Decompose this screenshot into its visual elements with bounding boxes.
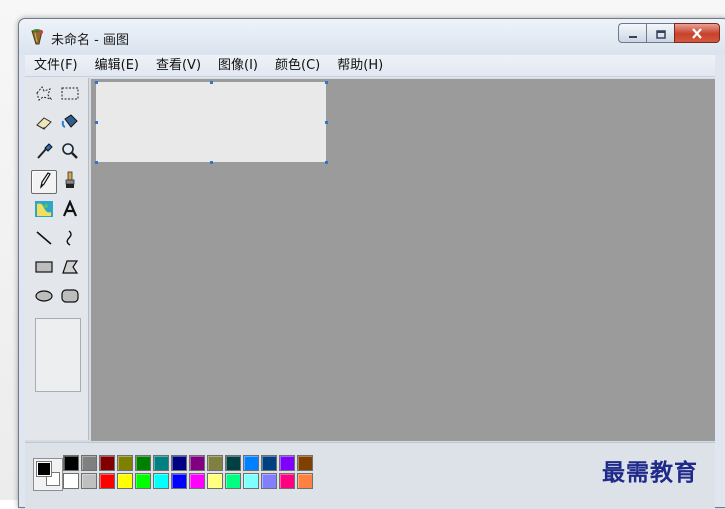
tool-options-box[interactable] [35,318,81,392]
curve-icon [60,229,80,251]
brush-tool[interactable] [57,170,83,194]
color-swatch[interactable] [297,455,313,471]
color-swatch[interactable] [207,455,223,471]
color-swatch[interactable] [117,473,133,489]
menu-colors[interactable]: 颜色(C) [266,55,328,77]
maximize-icon [655,24,666,43]
color-swatch[interactable] [243,455,259,471]
desktop-background: 未命名 - 画图 文件(F) 编辑(E) 查看(V) 图像(I) 颜色(C) 帮… [0,0,725,509]
color-swatch[interactable] [225,473,241,489]
title-bar[interactable]: 未命名 - 画图 [19,19,725,55]
close-icon [691,24,703,43]
rectangle-icon [34,258,54,280]
color-swatch[interactable] [189,473,205,489]
menu-image[interactable]: 图像(I) [209,55,266,77]
client-area [25,78,715,509]
color-swatch[interactable] [261,455,277,471]
color-swatch[interactable] [99,455,115,471]
color-swatch[interactable] [279,473,295,489]
color-swatch[interactable] [261,473,277,489]
brush-icon [60,171,80,193]
color-swatches [63,455,323,491]
canvas-workspace[interactable] [91,79,715,441]
color-swatch[interactable] [279,455,295,471]
magnifier-icon [60,142,80,164]
color-swatch[interactable] [153,473,169,489]
window-title: 未命名 - 画图 [51,33,129,48]
text-tool[interactable] [57,199,83,223]
rounded-rect-tool[interactable] [57,286,83,310]
menu-edit[interactable]: 编辑(E) [86,55,147,77]
maximize-button[interactable] [646,23,674,43]
minimize-icon [628,24,638,43]
line-icon [34,229,54,251]
color-swatch[interactable] [243,473,259,489]
resize-handle[interactable] [210,81,213,84]
curve-tool[interactable] [57,228,83,252]
line-tool[interactable] [31,228,57,252]
eyedropper-tool[interactable] [31,141,57,165]
resize-handle[interactable] [325,121,328,124]
minimize-button[interactable] [618,23,646,43]
eraser-icon [34,113,54,135]
fill-bucket-icon [60,113,80,135]
resize-handle[interactable] [95,161,98,164]
toolbox [25,78,89,440]
resize-handle[interactable] [325,81,328,84]
color-swatch[interactable] [207,473,223,489]
menu-view[interactable]: 查看(V) [147,55,209,77]
menu-file[interactable]: 文件(F) [25,55,86,77]
airbrush-tool[interactable] [31,199,57,223]
menu-help[interactable]: 帮助(H) [328,55,391,77]
color-swatch[interactable] [153,455,169,471]
rectangle-tool[interactable] [31,257,57,281]
color-swatch[interactable] [297,473,313,489]
color-swatch[interactable] [171,455,187,471]
text-tool-icon [60,199,80,222]
color-swatch[interactable] [225,455,241,471]
fill-bucket-tool[interactable] [57,112,83,136]
color-swatch[interactable] [81,455,97,471]
color-swatch[interactable] [63,455,79,471]
airbrush-icon [34,200,54,222]
current-colors[interactable] [33,458,63,491]
polygon-icon [60,258,80,280]
ellipse-tool[interactable] [31,286,57,310]
eyedropper-icon [34,142,54,164]
polygon-tool[interactable] [57,257,83,281]
free-form-select-icon [34,84,54,106]
resize-handle[interactable] [210,161,213,164]
color-swatch[interactable] [117,455,133,471]
magnifier-tool[interactable] [57,141,83,165]
menu-bar: 文件(F) 编辑(E) 查看(V) 图像(I) 颜色(C) 帮助(H) [25,55,715,77]
rect-select-icon [60,85,80,105]
close-button[interactable] [674,23,720,43]
color-swatch[interactable] [99,473,115,489]
color-swatch[interactable] [135,455,151,471]
paint-bucket-icon [29,29,45,47]
resize-handle[interactable] [95,121,98,124]
color-swatch[interactable] [81,473,97,489]
pencil-icon [34,171,54,193]
resize-handle[interactable] [95,81,98,84]
eraser-tool[interactable] [31,112,57,136]
color-swatch[interactable] [135,473,151,489]
caption-buttons [618,23,720,43]
free-form-select-tool[interactable] [31,83,57,107]
color-swatch[interactable] [171,473,187,489]
pencil-tool[interactable] [31,170,57,194]
foreground-color [36,461,52,477]
watermark-text: 最需教育 [602,459,698,486]
color-swatch[interactable] [63,473,79,489]
rounded-rect-icon [60,287,80,309]
rect-select-tool[interactable] [57,83,83,107]
color-swatch[interactable] [189,455,205,471]
paint-window: 未命名 - 画图 文件(F) 编辑(E) 查看(V) 图像(I) 颜色(C) 帮… [18,18,725,509]
resize-handle[interactable] [325,161,328,164]
drawing-canvas[interactable] [96,82,326,162]
ellipse-icon [34,287,54,309]
